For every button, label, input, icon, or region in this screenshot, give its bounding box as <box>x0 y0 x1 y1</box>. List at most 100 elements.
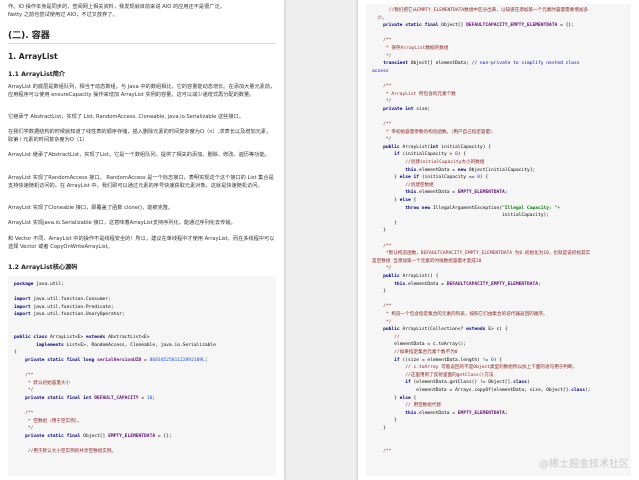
code-token: .elementData = <box>416 190 458 196</box>
code-line: * 带初始容量参数的构造函数。（用户自己指定容量） <box>372 130 495 136</box>
intro-line-2: Netty 之前也尝试使用过 AIO，不过又放弃了。 <box>8 12 118 18</box>
code-token: ) { <box>479 175 489 181</box>
code-token: /** <box>14 411 34 417</box>
code-line: this.elementData = DEFAULTCAPACITY_EMPTY… <box>372 282 541 288</box>
code-line: elementData = c.toArray(); <box>372 342 466 348</box>
code-token: else if <box>399 175 422 181</box>
code-line: *默认构造函数，DEFAULTCAPACITY_EMPTY_ELEMENTDAT… <box>372 251 590 257</box>
code-line: public ArrayList(int initialCapacity) { <box>372 145 491 151</box>
code-token: //创建initialCapacity大小的数组 <box>372 160 485 165</box>
code-line: elementData = Arrays.copyOf(elementData,… <box>372 388 591 394</box>
code-token: ) { <box>493 357 503 363</box>
code-line: public ArrayList(Collection<? extends E>… <box>372 327 508 333</box>
code-line: import java.util.function.Consumer; <box>14 297 111 303</box>
code-token: */ <box>372 99 392 105</box>
code-token: package <box>14 282 37 287</box>
code-token: Object[] <box>441 23 467 29</box>
code-token: * 构造一个包含指定集合的元素的列表，按照它们由集合的迭代器返回的顺序。 <box>372 312 548 317</box>
code-token: else <box>399 198 414 203</box>
code-token: "Illegal Capacity: " <box>502 205 558 211</box>
code-line: } <box>372 289 386 295</box>
code-line: */ <box>372 266 392 272</box>
code-token: extends <box>466 327 489 333</box>
code-line: } else if (initialCapacity == 0) { <box>372 175 488 181</box>
code-token: } <box>372 289 386 295</box>
code-token: /** <box>372 243 392 249</box>
code-line: */ <box>14 426 34 432</box>
code-line: } <box>372 418 397 424</box>
code-line: /** <box>14 373 33 379</box>
code-token: { <box>413 395 417 401</box>
code-token: class <box>513 380 527 386</box>
code-token: /** <box>372 84 392 89</box>
code-token: import <box>14 297 34 303</box>
code-token: // non-private to simplify nested class <box>471 61 580 67</box>
section-divider <box>8 43 276 44</box>
code-token: .elementData = <box>416 410 458 416</box>
code-token: private static final int <box>25 396 95 401</box>
intro-line-1: 作。IO 操作本身是同步的，查阅网上相关资料，我发现就目前来说 AIO 的应用还… <box>8 4 225 10</box>
code-token: Object[] <box>83 434 109 439</box>
paragraph-4: ArrayList 继承了AbstractList，实现了List。它是一个数组… <box>8 152 270 158</box>
code-line: access <box>372 69 389 75</box>
code-line: /** <box>372 244 391 250</box>
code-token: ((size = elementData.length) != <box>402 357 491 363</box>
code-token: } <box>372 418 397 424</box>
code-line: */ <box>372 99 392 105</box>
code-token: ); <box>584 388 591 393</box>
code-token: public class <box>14 335 50 341</box>
code-token: ; <box>538 281 541 287</box>
code-token: access <box>372 68 389 74</box>
code-token: this <box>405 167 417 173</box>
code-token: ArrayList<E> <box>49 335 86 341</box>
code-token: */ <box>372 137 392 143</box>
code-line: //如果指定集合元素个数不为0 <box>372 350 458 356</box>
code-token: elementData = Arrays.copyOf(elementData,… <box>372 388 572 393</box>
code-line: */ <box>372 53 392 60</box>
code-token: 8683452581122892189L <box>149 358 205 363</box>
code-token: class <box>571 388 585 393</box>
code-token: .elementData = <box>405 281 447 287</box>
code-line: } else { <box>372 396 416 402</box>
code-line: /** <box>14 411 33 417</box>
code-token: = {}; <box>557 23 574 29</box>
code-token: ) { <box>457 152 467 158</box>
code-token: EMPTY_ELEMENTDATA <box>457 190 505 196</box>
code-token: this <box>405 410 417 416</box>
code-token: ) <box>526 380 530 386</box>
code-token: //如果指定集合元素个数不为0 <box>372 350 458 355</box>
code-token: import <box>14 312 34 318</box>
code-token: // <box>372 334 400 340</box>
code-token: EMPTY_ELEMENTDATA <box>108 434 156 439</box>
code-line: { <box>14 350 17 356</box>
code-token: transient <box>383 61 411 67</box>
code-line: private static final Object[] DEFAULTCAP… <box>372 23 574 29</box>
code-token: .elementData = <box>416 167 458 173</box>
code-line: */ <box>372 320 392 326</box>
code-line: 是空数组 当添加第一个元素的时候数组容量才变成10 <box>372 259 481 265</box>
code-line: * 保存ArrayList数据的数组 <box>372 46 449 52</box>
code-token: DEFAULT_CAPACITY <box>94 396 139 401</box>
code-token: // 用空数组代替 <box>372 403 442 409</box>
code-line: // c.toArray 可能返回的不是Object类型的数组所以加上下面的语句… <box>372 365 577 371</box>
code-token: } <box>372 426 386 431</box>
code-line: //我们把它从EMPTY_ELEMENTDATA数组中区分出来，以知道在添加第一… <box>372 8 589 14</box>
code-token: IllegalArgumentException( <box>432 205 503 211</box>
code-token: List<E>, RandomAccess, Cloneable, java.i… <box>66 342 216 348</box>
code-token: //这里用到了反射里面的getClass()方法 <box>372 372 494 378</box>
code-token: this <box>394 281 406 287</box>
code-token: */ <box>372 53 392 59</box>
code-line: public ArrayList() { <box>372 274 438 280</box>
code-token: //创建空数组 <box>372 182 434 188</box>
code-token: { <box>413 198 417 203</box>
code-token: new <box>457 167 469 173</box>
heading-source-code: 1.2 ArrayList核心源码 <box>8 264 78 271</box>
